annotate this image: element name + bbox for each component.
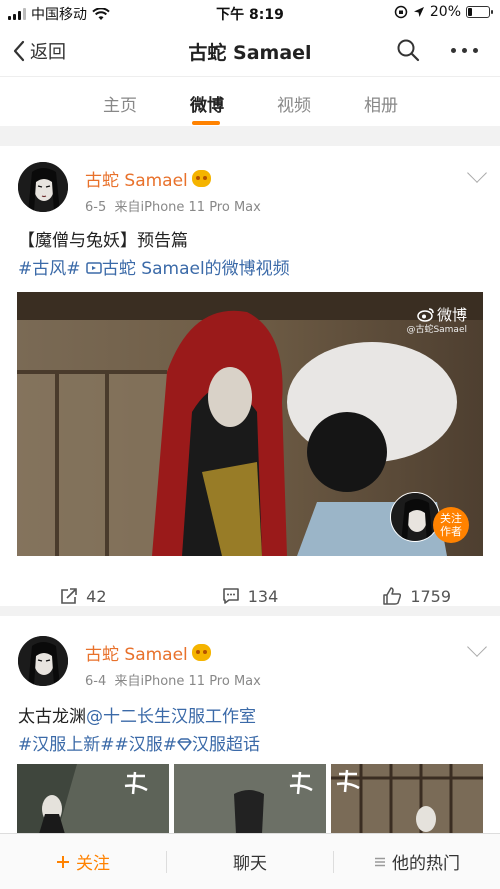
post-image[interactable]: [17, 764, 169, 833]
post-card[interactable]: 古蛇 Samael 6-4 来自iPhone 11 Pro Max 太古龙渊@十…: [0, 616, 500, 833]
divider: [0, 606, 500, 616]
avatar-image: [18, 636, 68, 686]
video-link-text: 古蛇 Samael的微博视频: [101, 259, 290, 279]
profile-tabs: 主页 微博 视频 相册: [0, 76, 500, 126]
post-date: 6-4: [85, 674, 107, 689]
post-image-content: [174, 764, 326, 833]
follow-badge-line1: 关注: [440, 512, 462, 525]
post-text-plain: 太古龙渊: [18, 707, 86, 727]
post-meta: 6-5 来自iPhone 11 Pro Max: [85, 196, 261, 215]
more-icon[interactable]: [451, 48, 478, 53]
post-image-content: [17, 764, 169, 833]
post-meta: 6-4 来自iPhone 11 Pro Max: [85, 670, 261, 689]
post-image[interactable]: [174, 764, 326, 833]
username-text: 古蛇 Samael: [85, 171, 188, 191]
post-links: #古风# 古蛇 Samael的微博视频: [18, 254, 290, 279]
chat-label: 聊天: [233, 854, 267, 874]
page-title: 古蛇 Samael: [188, 42, 312, 64]
chevron-down-icon[interactable]: [467, 163, 487, 183]
hashtag-link[interactable]: #汉服上新##汉服#: [18, 735, 177, 755]
follow-button[interactable]: 关注: [0, 849, 166, 874]
post-image[interactable]: [331, 764, 483, 833]
list-icon: [375, 857, 385, 866]
post-source: 来自iPhone 11 Pro Max: [114, 200, 261, 215]
status-bar: 中国移动 下午 8:19 20%: [0, 0, 500, 26]
hashtag-link[interactable]: #古风#: [18, 259, 81, 279]
tab-album[interactable]: 相册: [351, 91, 411, 116]
back-label: 返回: [30, 42, 66, 63]
status-right: 20%: [394, 4, 493, 20]
super-topic-link[interactable]: 汉服超话: [177, 735, 260, 755]
post-username[interactable]: 古蛇 Samael: [85, 166, 211, 191]
share-icon: [61, 588, 77, 604]
thumbs-up-icon: [383, 587, 402, 605]
video-player[interactable]: 微博 @古蛇Samael 关注 作者: [17, 292, 483, 556]
post-text: 太古龙渊@十二长生汉服工作室: [18, 702, 256, 727]
chevron-down-icon[interactable]: [467, 637, 487, 657]
active-tab-indicator: [192, 121, 220, 125]
follow-label: 关注: [76, 854, 110, 874]
super-topic-text: 汉服超话: [191, 735, 260, 755]
follow-badge-line2: 作者: [440, 525, 462, 538]
battery-percent: 20%: [429, 4, 461, 20]
battery-icon: [466, 6, 493, 18]
post-text: 【魔僧与兔妖】预告篇: [18, 231, 188, 251]
avatar[interactable]: [18, 636, 68, 686]
post-username[interactable]: 古蛇 Samael: [85, 640, 211, 665]
diamond-icon: [177, 738, 192, 751]
weibo-logo-icon: [417, 308, 434, 322]
tab-weibo[interactable]: 微博: [177, 91, 237, 116]
like-count: 1759: [410, 586, 452, 606]
hot-posts-label: 他的热门: [392, 854, 460, 874]
comment-icon: [222, 588, 239, 604]
avatar-image: [18, 162, 68, 212]
rotation-lock-icon: [394, 5, 408, 19]
post-links: #汉服上新##汉服# 汉服超话: [18, 730, 260, 755]
username-text: 古蛇 Samael: [85, 645, 188, 665]
follow-author-button[interactable]: 关注 作者: [433, 507, 469, 543]
location-icon: [413, 7, 424, 17]
bottom-action-bar: 关注 聊天 他的热门: [0, 833, 500, 889]
video-icon: [86, 262, 102, 274]
hot-posts-button[interactable]: 他的热门: [334, 849, 500, 874]
share-count: 42: [86, 586, 107, 606]
vip-badge-icon: [191, 644, 211, 661]
post-source: 来自iPhone 11 Pro Max: [114, 674, 261, 689]
post-image-content: [331, 764, 483, 833]
watermark-handle: @古蛇Samael: [406, 325, 467, 335]
search-icon[interactable]: [396, 38, 420, 62]
tab-video[interactable]: 视频: [264, 91, 324, 116]
plus-icon: [57, 855, 69, 868]
comment-count: 134: [247, 586, 279, 606]
post-date: 6-5: [85, 200, 107, 215]
back-button[interactable]: 返回: [12, 38, 66, 64]
video-link[interactable]: 古蛇 Samael的微博视频: [86, 259, 290, 279]
nav-bar: 返回 古蛇 Samael: [0, 26, 500, 76]
vip-badge-icon: [191, 170, 211, 187]
chat-button[interactable]: 聊天: [167, 849, 333, 874]
mention-link[interactable]: @十二长生汉服工作室: [86, 707, 256, 727]
avatar[interactable]: [18, 162, 68, 212]
tab-home[interactable]: 主页: [90, 91, 150, 116]
chevron-left-icon: [13, 40, 25, 62]
post-card[interactable]: 古蛇 Samael 6-5 来自iPhone 11 Pro Max 【魔僧与兔妖…: [0, 146, 500, 606]
